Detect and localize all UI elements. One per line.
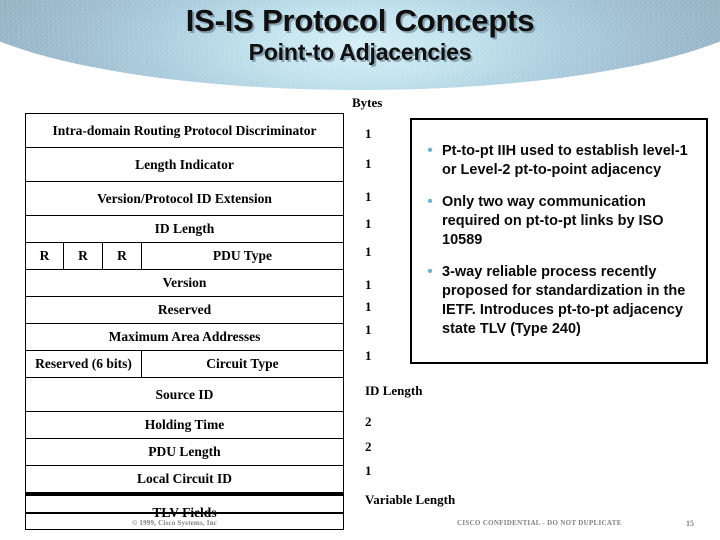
bullet-dot-icon: • <box>427 142 433 159</box>
byte-size-label: 2 <box>365 439 372 454</box>
footer-divider <box>25 512 344 514</box>
pdu-field-cell: PDU Length <box>25 438 344 466</box>
byte-size-label: 1 <box>365 348 372 363</box>
slide-title: IS-IS Protocol Concepts <box>185 3 535 38</box>
page-number: 15 <box>686 519 694 528</box>
slide-title-block: IS-IS Protocol Concepts Point-to Adjacen… <box>0 3 720 65</box>
pdu-field-cell: ID Length <box>25 215 344 243</box>
pdu-field-cell: Holding Time <box>25 411 344 439</box>
bullet-text: Pt-to-pt IIH used to establish level-1 o… <box>442 143 688 178</box>
bullet-text: Only two way communication required on p… <box>442 194 664 248</box>
bullet-text: 3-way reliable process recently proposed… <box>442 264 686 337</box>
byte-size-label: 2 <box>365 414 372 429</box>
pdu-field-cell: Circuit Type <box>141 350 344 378</box>
pdu-table-row: Version <box>25 269 344 297</box>
pdu-table-row: Intra-domain Routing Protocol Discrimina… <box>25 113 344 148</box>
pdu-field-cell: Reserved (6 bits) <box>25 350 142 378</box>
pdu-field-cell: Length Indicator <box>25 147 344 182</box>
bullet-list: • Pt-to-pt IIH used to establish level-1 … <box>418 142 696 339</box>
pdu-table-body: Intra-domain Routing Protocol Discrimina… <box>25 113 344 530</box>
pdu-table-row: ID Length <box>25 215 344 243</box>
byte-size-label: 1 <box>365 322 372 337</box>
pdu-table-row: Holding Time <box>25 411 344 439</box>
bullet-item: • Only two way communication required on … <box>418 193 696 250</box>
pdu-field-cell: PDU Type <box>141 242 344 270</box>
pdu-table-row: Maximum Area Addresses <box>25 323 344 351</box>
bytes-column-header: Bytes <box>352 95 383 110</box>
pdu-field-cell: Maximum Area Addresses <box>25 323 344 351</box>
pdu-field-cell: Reserved <box>25 296 344 324</box>
byte-size-label: 1 <box>365 126 372 141</box>
pdu-header-format-table: Intra-domain Routing Protocol Discrimina… <box>25 113 344 530</box>
footer-confidentiality-notice: CISCO CONFIDENTIAL - DO NOT DUPLICATE <box>457 519 622 527</box>
bullet-callout-box: • Pt-to-pt IIH used to establish level-1 … <box>410 118 708 364</box>
pdu-table-row: Version/Protocol ID Extension <box>25 181 344 216</box>
pdu-field-cell: Version <box>25 269 344 297</box>
slide-subtitle: Point-to Adjacencies <box>248 38 472 65</box>
pdu-table-row: Length Indicator <box>25 147 344 182</box>
bullet-dot-icon: • <box>427 193 433 210</box>
pdu-field-cell: R <box>102 242 142 270</box>
footer-copyright: © 1999, Cisco Systems, Inc <box>132 519 218 527</box>
pdu-field-cell: Intra-domain Routing Protocol Discrimina… <box>25 113 344 148</box>
pdu-field-cell: Local Circuit ID <box>25 465 344 495</box>
byte-size-label: 1 <box>365 463 372 478</box>
pdu-table-row: R R R PDU Type <box>25 242 344 270</box>
bullet-dot-icon: • <box>427 263 433 280</box>
byte-size-label: 1 <box>365 189 372 204</box>
pdu-table-row: Reserved (6 bits) Circuit Type <box>25 350 344 378</box>
byte-size-label: 1 <box>365 299 372 314</box>
pdu-field-cell: Source ID <box>25 377 344 412</box>
bullet-item: • 3-way reliable process recently propose… <box>418 263 696 339</box>
pdu-table-row: PDU Length <box>25 438 344 466</box>
pdu-field-cell: Version/Protocol ID Extension <box>25 181 344 216</box>
byte-size-label: 1 <box>365 244 372 259</box>
pdu-field-cell: R <box>63 242 103 270</box>
byte-size-label: 1 <box>365 216 372 231</box>
byte-size-label: ID Length <box>365 383 423 398</box>
pdu-field-cell: R <box>25 242 64 270</box>
byte-size-label: Variable Length <box>365 492 456 507</box>
byte-size-label: 1 <box>365 277 372 292</box>
bullet-item: • Pt-to-pt IIH used to establish level-1 … <box>418 142 696 180</box>
pdu-table-row: Local Circuit ID <box>25 465 344 495</box>
pdu-table-row: Reserved <box>25 296 344 324</box>
pdu-table-row: Source ID <box>25 377 344 412</box>
byte-size-label: 1 <box>365 156 372 171</box>
